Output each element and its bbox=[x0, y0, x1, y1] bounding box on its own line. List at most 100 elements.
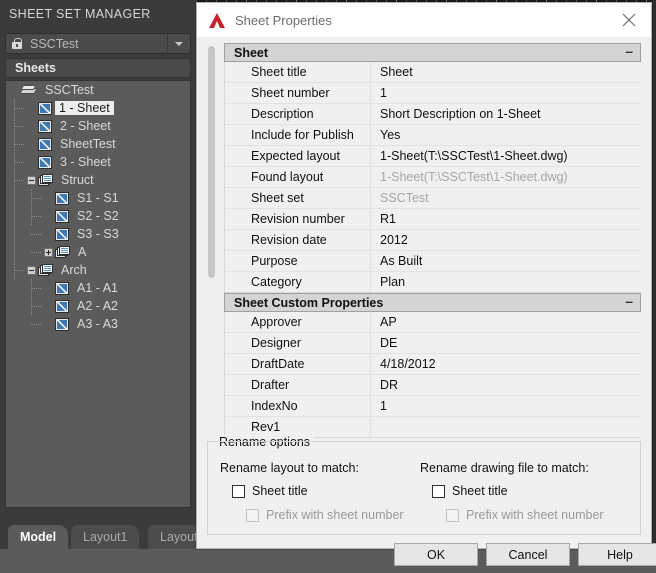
property-value[interactable]: Short Description on 1-Sheet bbox=[371, 104, 641, 124]
property-key: Category bbox=[225, 272, 371, 292]
property-key: Approver bbox=[225, 312, 371, 332]
chevron-down-icon[interactable] bbox=[167, 34, 190, 53]
property-value[interactable]: 1-Sheet(T:\SSCTest\1-Sheet.dwg) bbox=[371, 146, 641, 166]
scrollbar-thumb[interactable] bbox=[208, 46, 215, 278]
property-row[interactable]: Sheet set SSCTest bbox=[225, 188, 641, 209]
tree-guide-dash bbox=[14, 108, 24, 109]
property-row[interactable]: Category Plan bbox=[225, 272, 641, 293]
tree-item-label: 3 - Sheet bbox=[60, 155, 111, 169]
tree-guide-dash bbox=[31, 216, 41, 217]
tree-guide-dash bbox=[14, 126, 24, 127]
checkbox-box[interactable] bbox=[232, 484, 245, 498]
collapse-icon[interactable] bbox=[27, 175, 36, 185]
sheet-icon bbox=[55, 209, 69, 223]
layout-tab-label: Layout1 bbox=[83, 530, 128, 544]
tree-item-label: S1 - S1 bbox=[77, 191, 119, 205]
collapse-section-icon[interactable]: – bbox=[625, 294, 633, 308]
property-key: Designer bbox=[225, 333, 371, 353]
property-value[interactable]: AP bbox=[371, 312, 641, 332]
dialog-button-row: OK Cancel Help bbox=[197, 543, 656, 573]
tree-guide-dash bbox=[31, 198, 41, 199]
section-title: Sheet Custom Properties bbox=[234, 295, 384, 310]
cancel-button[interactable]: Cancel bbox=[486, 543, 570, 566]
checkbox-label: Sheet title bbox=[452, 484, 508, 498]
collapse-section-icon[interactable]: – bbox=[625, 44, 633, 58]
sheet-set-dropdown[interactable]: SSCTest bbox=[5, 33, 191, 54]
tree-item-label: A3 - A3 bbox=[77, 317, 118, 331]
property-key: DraftDate bbox=[225, 354, 371, 374]
property-value[interactable]: Plan bbox=[371, 272, 641, 292]
sheet-tree[interactable]: SSCTest 1 - Sheet 2 - Sheet SheetTest 3 - Sh… bbox=[5, 80, 191, 508]
property-row[interactable]: Sheet number 1 bbox=[225, 83, 641, 104]
property-value[interactable]: 1-Sheet(T:\SSCTest\1-Sheet.dwg) bbox=[371, 167, 641, 187]
property-row[interactable]: Sheet title Sheet bbox=[225, 62, 641, 83]
collapse-icon[interactable] bbox=[27, 265, 36, 275]
property-value[interactable]: 4/18/2012 bbox=[371, 354, 641, 374]
property-row[interactable]: Expected layout 1-Sheet(T:\SSCTest\1-Shee… bbox=[225, 146, 641, 167]
sheet-icon bbox=[55, 191, 69, 205]
tree-item-3-sheet[interactable]: 3 - Sheet bbox=[6, 153, 190, 171]
close-icon[interactable] bbox=[607, 3, 651, 37]
checkbox-box[interactable] bbox=[432, 484, 445, 498]
tree-item-arch[interactable]: Arch bbox=[6, 261, 190, 279]
tree-guide-dash bbox=[31, 252, 41, 253]
property-key: Purpose bbox=[225, 251, 371, 271]
property-key: Sheet set bbox=[225, 188, 371, 208]
tree-item-sheettest[interactable]: SheetTest bbox=[6, 135, 190, 153]
rename-drawing-sheet-title-checkbox[interactable]: Sheet title bbox=[432, 484, 604, 498]
property-row[interactable]: Drafter DR bbox=[225, 375, 641, 396]
property-row[interactable]: Designer DE bbox=[225, 333, 641, 354]
property-grid-scrollbar[interactable] bbox=[207, 46, 216, 278]
property-row[interactable]: Purpose As Built bbox=[225, 251, 641, 272]
ok-button[interactable]: OK bbox=[394, 543, 478, 566]
layout-tab-model[interactable]: Model bbox=[8, 525, 69, 549]
tree-item-label: Arch bbox=[61, 263, 87, 277]
property-row[interactable]: Description Short Description on 1-Sheet bbox=[225, 104, 641, 125]
sheet-icon bbox=[55, 299, 69, 313]
layout-tab-layout1[interactable]: Layout1 bbox=[71, 525, 140, 549]
property-value[interactable]: Yes bbox=[371, 125, 641, 145]
property-value[interactable]: R1 bbox=[371, 209, 641, 229]
tree-item-label: SSCTest bbox=[45, 83, 94, 97]
expand-icon[interactable] bbox=[44, 247, 53, 257]
property-value[interactable]: Sheet bbox=[371, 62, 641, 82]
section-header-sheet[interactable]: Sheet – bbox=[224, 43, 641, 62]
property-value[interactable]: SSCTest bbox=[371, 188, 641, 208]
rename-drawing-title: Rename drawing file to match: bbox=[420, 461, 589, 475]
property-value[interactable]: As Built bbox=[371, 251, 641, 271]
property-row[interactable]: IndexNo 1 bbox=[225, 396, 641, 417]
property-key: Revision date bbox=[225, 230, 371, 250]
dialog-title: Sheet Properties bbox=[235, 12, 332, 28]
property-row[interactable]: Approver AP bbox=[225, 312, 641, 333]
rename-drawing-column: Rename drawing file to match: Sheet titl… bbox=[420, 461, 604, 532]
property-row[interactable]: Revision number R1 bbox=[225, 209, 641, 230]
tree-guide-dash bbox=[14, 162, 24, 163]
property-row[interactable]: Include for Publish Yes bbox=[225, 125, 641, 146]
checkbox-label: Sheet title bbox=[252, 484, 308, 498]
section-header-sheet-custom-properties[interactable]: Sheet Custom Properties – bbox=[224, 293, 641, 312]
section-title: Sheet bbox=[234, 45, 269, 60]
checkbox-label: Prefix with sheet number bbox=[266, 508, 404, 522]
property-value[interactable]: DE bbox=[371, 333, 641, 353]
help-button[interactable]: Help bbox=[578, 543, 656, 566]
tree-item-ssctest[interactable]: SSCTest bbox=[6, 81, 190, 99]
rename-layout-sheet-title-checkbox[interactable]: Sheet title bbox=[232, 484, 404, 498]
ok-button-label: OK bbox=[426, 547, 446, 562]
property-value[interactable]: 1 bbox=[371, 83, 641, 103]
property-row[interactable]: Found layout 1-Sheet(T:\SSCTest\1-Sheet.d… bbox=[225, 167, 641, 188]
dialog-title-bar[interactable]: Sheet Properties bbox=[197, 3, 651, 37]
tree-item-struct[interactable]: Struct bbox=[6, 171, 190, 189]
property-value[interactable] bbox=[371, 417, 641, 437]
tree-item-1-sheet[interactable]: 1 - Sheet bbox=[6, 99, 190, 117]
property-value[interactable]: 1 bbox=[371, 396, 641, 416]
property-row[interactable]: Revision date 2012 bbox=[225, 230, 641, 251]
property-value[interactable]: 2012 bbox=[371, 230, 641, 250]
sheet-properties-dialog: Sheet Properties Sheet – Sheet title Sheet S… bbox=[196, 2, 656, 566]
tree-item-label: A2 - A2 bbox=[77, 299, 118, 313]
property-row[interactable]: DraftDate 4/18/2012 bbox=[225, 354, 641, 375]
property-value[interactable]: DR bbox=[371, 375, 641, 395]
lock-icon bbox=[10, 37, 24, 51]
tree-item-label: Struct bbox=[61, 173, 94, 187]
tree-item-2-sheet[interactable]: 2 - Sheet bbox=[6, 117, 190, 135]
sheet-icon bbox=[38, 101, 52, 115]
